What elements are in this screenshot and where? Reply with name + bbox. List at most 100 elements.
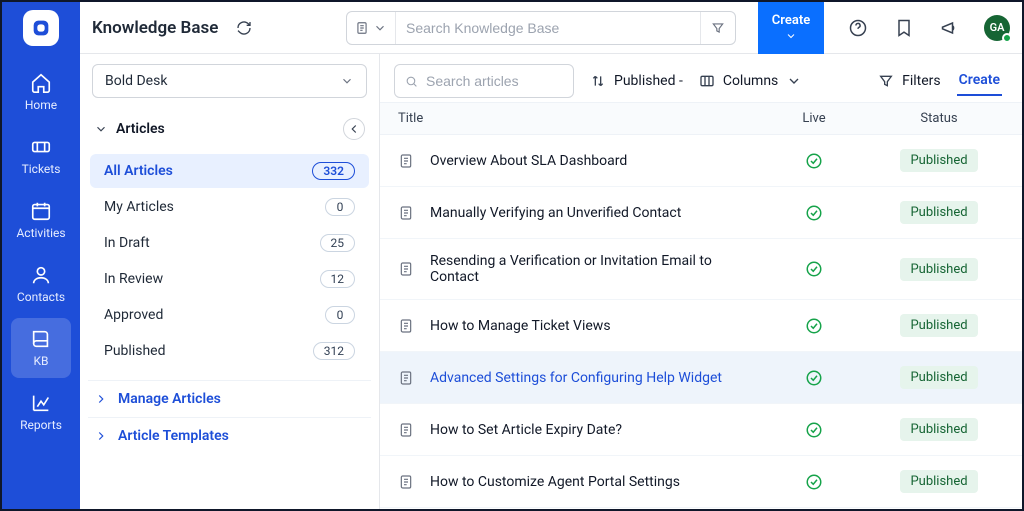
help-icon[interactable] (848, 18, 868, 38)
sidebar-link-manage-articles[interactable]: Manage Articles (88, 380, 371, 417)
chevron-right-icon (94, 429, 108, 443)
count-badge: 25 (320, 234, 356, 252)
col-title[interactable]: Title (398, 111, 754, 126)
row-title: How to Customize Agent Portal Settings (430, 474, 754, 490)
nav-label: Home (25, 98, 57, 112)
check-circle-icon (805, 369, 823, 387)
check-circle-icon (805, 473, 823, 491)
status-badge: Published (900, 201, 977, 224)
chevron-down-icon (785, 30, 797, 42)
row-title: Overview About SLA Dashboard (430, 153, 754, 169)
sidebar-item-in-draft[interactable]: In Draft 25 (90, 226, 369, 260)
check-circle-icon (805, 204, 823, 222)
sidebar: Bold Desk Articles All Articles 332 (80, 54, 380, 509)
sidebar-item-label: In Review (104, 271, 163, 287)
row-title: Resending a Verification or Invitation E… (430, 253, 754, 285)
nav-contacts[interactable]: Contacts (11, 254, 71, 314)
sidebar-link-article-templates[interactable]: Article Templates (88, 417, 371, 454)
sidebar-item-in-review[interactable]: In Review 12 (90, 262, 369, 296)
col-live[interactable]: Live (754, 111, 874, 126)
sidebar-item-published[interactable]: Published 312 (90, 334, 369, 368)
search-scope-dropdown[interactable] (347, 12, 396, 44)
nav-label: Activities (16, 226, 65, 240)
chart-icon (30, 392, 52, 414)
status-badge: Published (900, 418, 977, 441)
check-circle-icon (805, 421, 823, 439)
search-icon (405, 74, 418, 89)
nav-activities[interactable]: Activities (11, 190, 71, 250)
sidebar-section-articles[interactable]: Articles (88, 112, 371, 146)
article-icon (398, 261, 414, 277)
row-status: Published (874, 201, 1004, 224)
nav-tickets[interactable]: Tickets (11, 126, 71, 186)
table-body: Overview About SLA Dashboard Published M… (380, 135, 1022, 509)
megaphone-icon[interactable] (940, 18, 960, 38)
book-icon (30, 328, 52, 350)
row-live (754, 473, 874, 491)
avatar[interactable]: GA (984, 15, 1010, 41)
nav-kb[interactable]: KB (11, 318, 71, 378)
tool-label: Filters (902, 73, 941, 89)
table-row[interactable]: Overview About SLA Dashboard Published (380, 135, 1022, 187)
sidebar-list: All Articles 332 My Articles 0 In Draft … (88, 152, 371, 370)
chevron-down-icon (94, 122, 108, 136)
sidebar-item-approved[interactable]: Approved 0 (90, 298, 369, 332)
table-row[interactable]: Advanced Settings for Configuring Help W… (380, 352, 1022, 404)
nav-label: KB (33, 354, 48, 368)
nav-reports[interactable]: Reports (11, 382, 71, 442)
bookmark-icon[interactable] (894, 18, 914, 38)
create-article-link[interactable]: Create (957, 66, 1002, 96)
row-status: Published (874, 366, 1004, 389)
sidebar-item-label: All Articles (104, 163, 173, 179)
tool-label: Columns (723, 73, 778, 89)
row-status: Published (874, 470, 1004, 493)
article-panel: Published - Columns Filters Create (380, 54, 1022, 509)
brand-label: Bold Desk (105, 73, 167, 89)
article-search[interactable] (394, 64, 574, 98)
article-search-input[interactable] (426, 73, 563, 89)
sidebar-item-all-articles[interactable]: All Articles 332 (90, 154, 369, 188)
table-row[interactable]: How to Customize Agent Portal Settings P… (380, 456, 1022, 508)
brand-logo[interactable] (23, 10, 59, 46)
row-title: Manually Verifying an Unverified Contact (430, 205, 754, 221)
columns-button[interactable]: Columns (699, 73, 802, 89)
nav-home[interactable]: Home (11, 62, 71, 122)
row-title: Advanced Settings for Configuring Help W… (430, 370, 754, 386)
chevron-down-icon (786, 73, 802, 89)
table-row[interactable]: Resending a Verification or Invitation E… (380, 239, 1022, 300)
row-title: How to Manage Ticket Views (430, 318, 754, 334)
check-circle-icon (805, 317, 823, 335)
sidebar-item-label: My Articles (104, 199, 174, 215)
check-circle-icon (805, 260, 823, 278)
chevron-down-icon (340, 74, 354, 88)
global-search[interactable] (346, 11, 736, 45)
count-badge: 0 (325, 306, 355, 324)
brand-select[interactable]: Bold Desk (92, 64, 367, 98)
search-input[interactable] (396, 20, 700, 36)
article-icon (398, 318, 414, 334)
table-row[interactable]: Manually Verifying an Unverified Contact… (380, 187, 1022, 239)
table-header: Title Live Status (380, 102, 1022, 135)
nav-rail: Home Tickets Activities Contacts KB Repo… (2, 2, 80, 509)
row-title: How to Set Article Expiry Date? (430, 422, 754, 438)
search-filter-icon[interactable] (700, 12, 735, 44)
row-status: Published (874, 258, 1004, 281)
refresh-icon[interactable] (236, 20, 252, 36)
create-button[interactable]: Create (758, 2, 824, 54)
filters-button[interactable]: Filters (878, 73, 941, 89)
row-live (754, 317, 874, 335)
sidebar-item-label: Published (104, 343, 165, 359)
sort-published-button[interactable]: Published - (590, 73, 683, 89)
section-label: Articles (116, 121, 165, 137)
article-icon (398, 153, 414, 169)
nav-label: Contacts (17, 290, 65, 304)
row-status: Published (874, 314, 1004, 337)
table-row[interactable]: How to Manage Ticket Views Published (380, 300, 1022, 352)
table-row[interactable]: How to Set Article Expiry Date? Publishe… (380, 404, 1022, 456)
col-status[interactable]: Status (874, 111, 1004, 126)
sidebar-item-my-articles[interactable]: My Articles 0 (90, 190, 369, 224)
collapse-sidebar-button[interactable] (343, 118, 365, 140)
status-badge: Published (900, 470, 977, 493)
article-icon (398, 205, 414, 221)
status-badge: Published (900, 366, 977, 389)
